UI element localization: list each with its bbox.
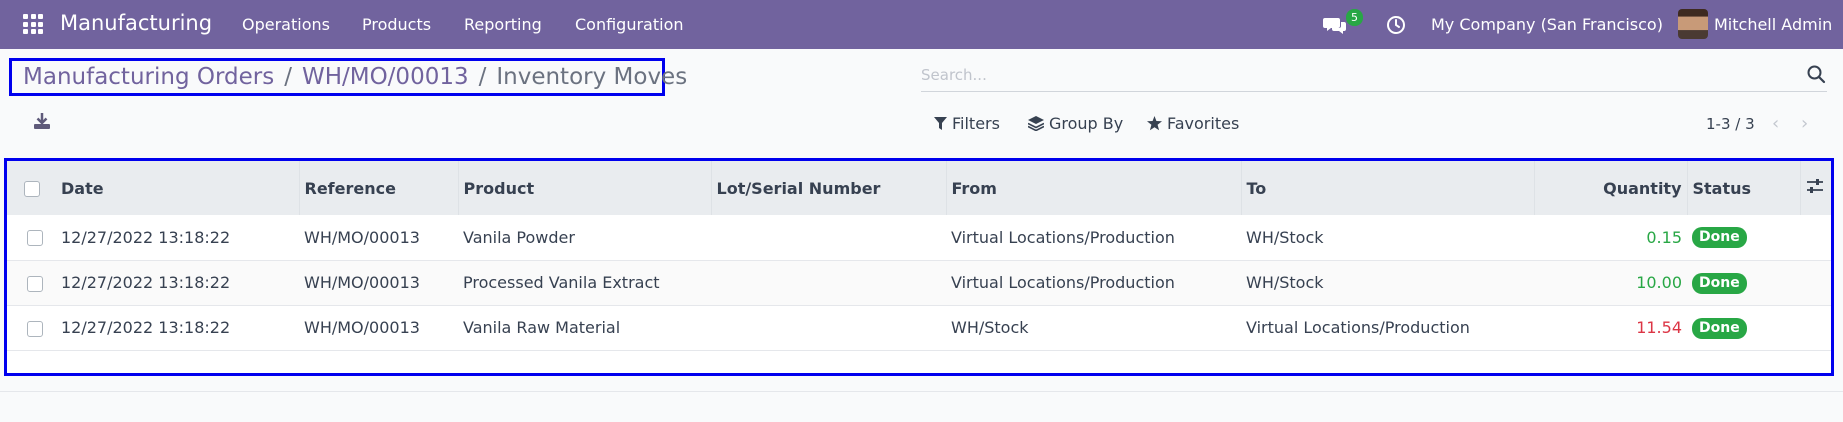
row-checkbox[interactable] [27, 275, 43, 292]
table-row[interactable]: 12/27/2022 13:18:22 WH/MO/00013 Vanila Pow… [7, 215, 1831, 260]
table-row[interactable]: 12/27/2022 13:18:22 WH/MO/00013 Vanila Raw… [7, 305, 1831, 350]
cell-lot [711, 305, 946, 350]
row-spacer-cell [1800, 305, 1831, 350]
top-navbar: Manufacturing Operations Products Report… [0, 0, 1843, 49]
layers-icon [1028, 116, 1044, 131]
cell-status: Done [1687, 260, 1800, 305]
status-badge: Done [1692, 272, 1747, 294]
breadcrumb-separator: / [284, 64, 292, 90]
row-spacer-cell [1800, 215, 1831, 260]
group-by-button[interactable]: Group By [1028, 114, 1123, 133]
select-all-cell [7, 161, 56, 215]
column-header-lot[interactable]: Lot/Serial Number [711, 161, 947, 215]
cell-date: 12/27/2022 13:18:22 [61, 227, 231, 247]
cell-date: 12/27/2022 13:18:22 [61, 273, 231, 292]
cell-from: Virtual Locations/Production [951, 273, 1175, 292]
cell-to: WH/Stock [1246, 227, 1324, 247]
activity-clock-icon[interactable] [1386, 15, 1406, 35]
download-icon[interactable] [33, 112, 51, 130]
cell-quantity: 10.00 [1636, 273, 1682, 292]
column-header-quantity[interactable]: Quantity [1534, 161, 1688, 215]
filters-button[interactable]: Filters [934, 114, 1000, 133]
status-badge: Done [1692, 227, 1747, 249]
cell-from: WH/Stock [951, 318, 1029, 337]
cell-reference: WH/MO/00013 [304, 318, 420, 337]
row-select-cell [7, 215, 56, 260]
menu-operations[interactable]: Operations [242, 15, 330, 34]
status-badge: Done [1692, 317, 1747, 339]
column-header-product[interactable]: Product [458, 161, 712, 215]
breadcrumb-item-mo[interactable]: WH/MO/00013 [302, 64, 469, 90]
apps-menu-icon[interactable] [23, 14, 43, 34]
search-icon[interactable] [1806, 64, 1826, 84]
favorites-button[interactable]: Favorites [1147, 114, 1239, 133]
cell-lot [711, 260, 946, 305]
column-header-reference[interactable]: Reference [299, 161, 459, 215]
cell-product: Processed Vanila Extract [463, 273, 660, 292]
cell-product: Vanila Powder [463, 227, 575, 247]
menu-configuration[interactable]: Configuration [575, 15, 684, 34]
menu-products[interactable]: Products [362, 15, 431, 34]
select-all-checkbox[interactable] [24, 181, 40, 197]
cell-lot [711, 215, 946, 260]
row-select-cell [7, 305, 56, 350]
inventory-moves-table: Date Reference Product Lot/Serial Number… [7, 161, 1831, 351]
column-header-status[interactable]: Status [1687, 161, 1801, 215]
cell-from: Virtual Locations/Production [951, 227, 1175, 247]
user-avatar[interactable] [1678, 9, 1708, 39]
pager-previous-button[interactable]: ‹ [1772, 113, 1779, 134]
cell-reference: WH/MO/00013 [304, 273, 420, 292]
group-by-label: Group By [1049, 114, 1124, 133]
breadcrumb-current: Inventory Moves [496, 64, 688, 90]
cell-to: Virtual Locations/Production [1246, 318, 1470, 337]
column-header-from[interactable]: From [946, 161, 1242, 215]
company-switcher[interactable]: My Company (San Francisco) [1431, 15, 1663, 34]
cell-status: Done [1687, 305, 1800, 350]
table-header-row: Date Reference Product Lot/Serial Number… [7, 161, 1831, 215]
star-icon [1147, 116, 1162, 131]
row-checkbox[interactable] [27, 320, 43, 337]
cell-status: Done [1687, 215, 1800, 260]
pager-value[interactable]: 1-3 / 3 [1706, 115, 1755, 133]
row-spacer-cell [1800, 260, 1831, 305]
column-header-date[interactable]: Date [56, 161, 300, 215]
cell-to: WH/Stock [1246, 273, 1324, 292]
row-select-cell [7, 260, 56, 305]
pager-next-button[interactable]: › [1801, 113, 1808, 134]
cell-date: 12/27/2022 13:18:22 [61, 318, 231, 337]
search-bar [921, 58, 1827, 92]
messages-icon[interactable] [1323, 15, 1347, 35]
favorites-label: Favorites [1167, 114, 1240, 133]
footer-divider [0, 391, 1843, 392]
breadcrumb: Manufacturing Orders / WH/MO/00013 / Inv… [9, 58, 687, 96]
table-row[interactable]: 12/27/2022 13:18:22 WH/MO/00013 Processed … [7, 260, 1831, 305]
user-menu[interactable]: Mitchell Admin [1714, 15, 1832, 34]
cell-reference: WH/MO/00013 [304, 227, 420, 247]
cell-product: Vanila Raw Material [463, 318, 621, 337]
filters-label: Filters [952, 114, 1000, 133]
row-checkbox[interactable] [27, 230, 43, 247]
filter-icon [934, 116, 947, 130]
cell-quantity: 11.54 [1636, 318, 1682, 337]
breadcrumb-item-manufacturing-orders[interactable]: Manufacturing Orders [23, 64, 274, 90]
column-settings-icon[interactable] [1806, 177, 1824, 195]
inventory-moves-list: Date Reference Product Lot/Serial Number… [4, 158, 1834, 376]
search-input[interactable] [921, 62, 1781, 88]
breadcrumb-separator: / [478, 64, 487, 90]
column-header-to[interactable]: To [1241, 161, 1535, 215]
menu-reporting[interactable]: Reporting [464, 15, 542, 34]
cell-quantity: 0.15 [1646, 227, 1682, 247]
app-name[interactable]: Manufacturing [60, 11, 212, 35]
messages-count-badge: 5 [1346, 9, 1363, 26]
optional-columns-cell [1800, 161, 1831, 215]
